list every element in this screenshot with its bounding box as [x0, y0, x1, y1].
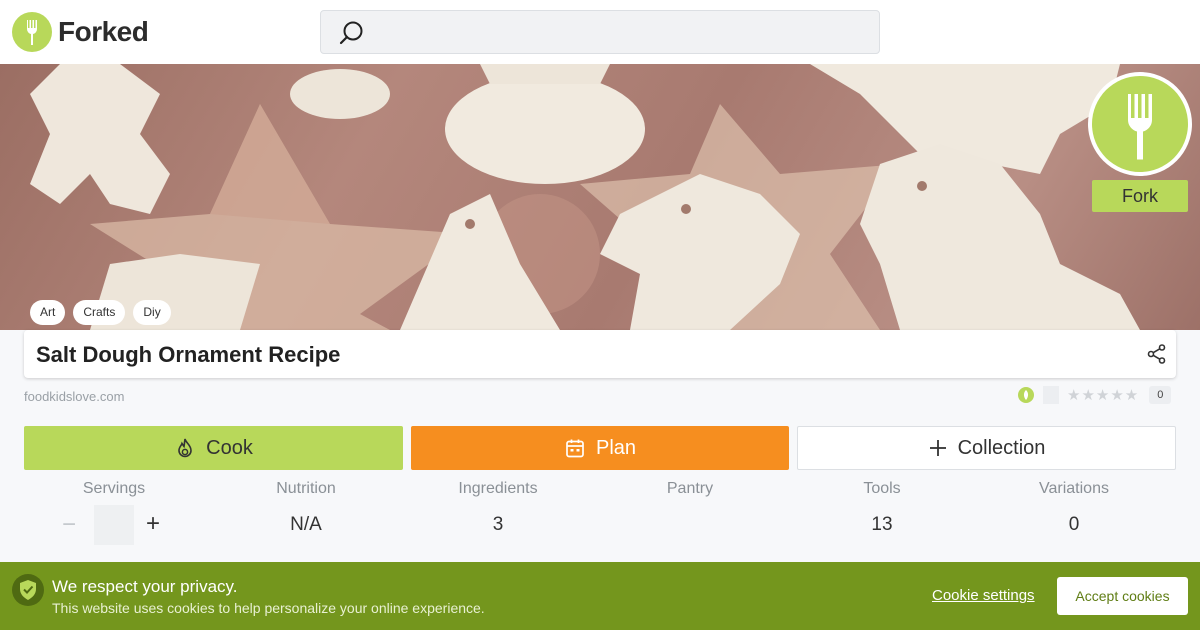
stat-tools[interactable]: Tools 13: [786, 480, 978, 538]
plus-icon: [929, 440, 946, 456]
stat-label: Ingredients: [458, 480, 538, 497]
servings-stepper[interactable]: − +: [60, 505, 170, 545]
accept-cookies-button[interactable]: Accept cookies: [1057, 577, 1188, 615]
stat-ingredients[interactable]: Ingredients 3: [402, 480, 594, 538]
stat-label: Variations: [1039, 480, 1109, 497]
flame-icon: [178, 438, 192, 458]
stat-label: Tools: [863, 480, 901, 497]
cook-button[interactable]: Cook: [24, 426, 403, 470]
servings-input[interactable]: [94, 505, 134, 545]
decrease-servings-button[interactable]: −: [62, 511, 76, 539]
collection-button-label: Collection: [957, 436, 1046, 459]
stat-value: 0: [1068, 514, 1080, 535]
recipe-hero-image: [0, 64, 1200, 330]
stat-value: [594, 514, 786, 538]
stat-value: 3: [492, 514, 504, 535]
cookie-title: We respect your privacy.: [52, 577, 238, 596]
rating-count: 0: [1149, 386, 1172, 404]
brand-name: Forked: [58, 16, 149, 47]
tag-chip[interactable]: Diy: [133, 300, 171, 325]
leaf-icon: [1018, 387, 1034, 403]
stat-pantry[interactable]: Pantry: [594, 480, 786, 538]
fork-icon: [1128, 94, 1152, 160]
plan-button[interactable]: Plan: [411, 426, 789, 470]
increase-servings-button[interactable]: +: [146, 510, 160, 538]
stat-value: N/A: [290, 514, 322, 535]
calendar-icon: [566, 439, 584, 458]
add-to-collection-button[interactable]: Collection: [797, 426, 1176, 470]
cook-button-label: Cook: [206, 436, 253, 459]
fork-badge[interactable]: [1088, 72, 1192, 176]
tag-chip[interactable]: Crafts: [73, 300, 126, 325]
stat-label: Servings: [82, 480, 146, 497]
logo[interactable]: Forked: [12, 12, 149, 52]
fork-button[interactable]: Fork: [1092, 180, 1188, 212]
search-icon: [339, 21, 363, 45]
cookie-description: This website uses cookies to help person…: [52, 600, 485, 616]
stat-label: Pantry: [666, 480, 714, 497]
rating-placeholder: [1043, 386, 1059, 404]
fork-logo-icon: [12, 12, 52, 52]
site-header: Forked: [0, 0, 1200, 64]
rating-widget: ★★★★★ 0: [1018, 386, 1172, 404]
recipe-tags: Art Crafts Diy: [30, 300, 171, 325]
page-title: Salt Dough Ornament Recipe: [36, 342, 341, 367]
stat-variations[interactable]: Variations 0: [978, 480, 1170, 538]
share-icon[interactable]: [1146, 343, 1168, 365]
plan-button-label: Plan: [595, 436, 637, 459]
cookie-settings-link[interactable]: Cookie settings: [932, 587, 1035, 604]
search-input[interactable]: [320, 10, 880, 54]
recipe-title-card: Salt Dough Ornament Recipe: [24, 330, 1176, 378]
stat-servings: Servings: [18, 480, 210, 500]
stat-label: Nutrition: [276, 480, 336, 497]
shield-check-icon: [12, 574, 44, 606]
tag-chip[interactable]: Art: [30, 300, 66, 325]
stat-value: 13: [871, 514, 893, 535]
cookie-banner: We respect your privacy. This website us…: [0, 562, 1200, 630]
source-link[interactable]: foodkidslove.com: [24, 389, 124, 404]
star-rating-icon[interactable]: ★★★★★: [1067, 386, 1139, 404]
stat-nutrition[interactable]: Nutrition N/A: [210, 480, 402, 538]
